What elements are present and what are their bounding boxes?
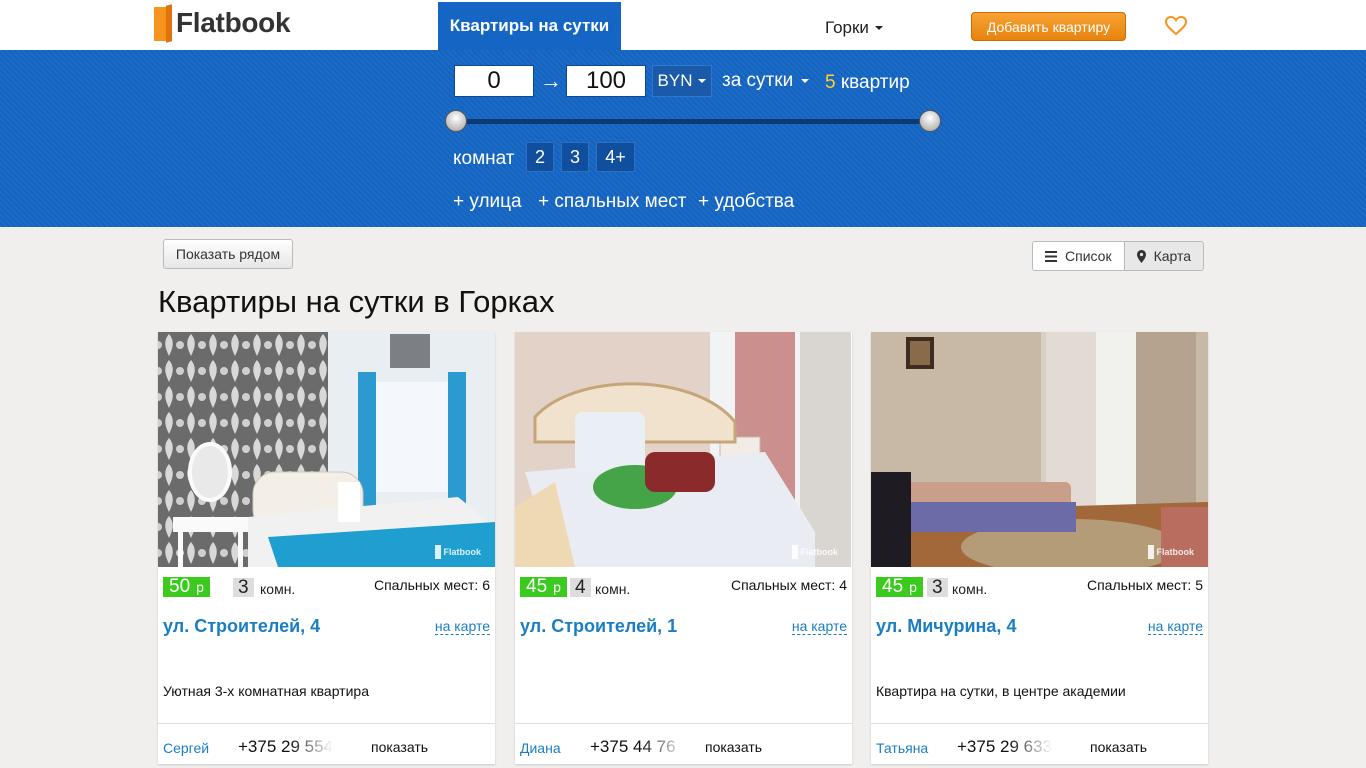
map-marker-icon [1136, 249, 1146, 263]
rooms-word: комн. [595, 581, 631, 597]
listing-description: Квартира на сутки, в центре академии [876, 683, 1126, 699]
listing-address[interactable]: ул. Строителей, 4 [163, 616, 320, 637]
caret-down-icon [698, 79, 707, 83]
card-divider [871, 723, 1208, 724]
add-apartment-button[interactable]: Добавить квартиру [971, 12, 1126, 41]
show-phone-button[interactable]: показать [371, 739, 428, 755]
room-option-3[interactable]: 3 [561, 142, 589, 172]
show-phone-button[interactable]: показать [1090, 739, 1147, 755]
caret-down-icon [874, 26, 883, 30]
rooms-word: комн. [260, 581, 296, 597]
period-select[interactable]: за сутки [722, 70, 810, 92]
flatbook-logo[interactable]: Flatbook [154, 3, 291, 43]
room-option-4plus[interactable]: 4+ [596, 142, 635, 172]
room-option-2[interactable]: 2 [526, 142, 554, 172]
owner-phone: +375 29 633 [957, 737, 1052, 756]
rooms-badge: 4 [570, 577, 591, 598]
rooms-word: комн. [952, 581, 988, 597]
owner-phone: +375 29 554 [238, 737, 333, 756]
favorites-heart-icon[interactable] [1164, 15, 1188, 36]
listing-card[interactable]: Flatbook 45 р 4 комн. Спальных мест: 4 у… [515, 332, 852, 764]
photo-watermark: Flatbook [434, 545, 481, 559]
rooms-badge: 3 [233, 577, 254, 598]
price-from-input[interactable]: 0 [454, 65, 534, 97]
on-map-link[interactable]: на карте [791, 618, 847, 635]
currency-label: BYN [657, 71, 693, 90]
show-phone-button[interactable]: показать [705, 739, 762, 755]
currency-select[interactable]: BYN [652, 65, 712, 97]
city-label: Горки [825, 18, 869, 37]
show-nearby-button[interactable]: Показать рядом [163, 239, 293, 269]
beds-count: Спальных мест: 5 [1086, 577, 1203, 593]
door-logo-icon [154, 3, 172, 43]
card-divider [158, 723, 495, 724]
view-toggle: Список Карта [1032, 241, 1205, 271]
beds-count: Спальных мест: 6 [373, 577, 490, 593]
listing-address[interactable]: ул. Мичурина, 4 [876, 616, 1016, 637]
period-label: за сутки [722, 70, 794, 91]
price-currency: р [909, 579, 917, 595]
price-badge: 50 р [163, 576, 210, 597]
photo-watermark: Flatbook [791, 545, 838, 559]
listing-photo[interactable]: Flatbook [871, 332, 1208, 567]
list-view-label: Список [1065, 248, 1112, 264]
beds-count: Спальных мест: 4 [730, 577, 847, 593]
caret-down-icon [801, 79, 810, 83]
price-value: 45 [882, 576, 904, 597]
listing-description: Уютная 3-х комнатная квартира [163, 683, 369, 699]
listing-address[interactable]: ул. Строителей, 1 [520, 616, 677, 637]
owner-phone: +375 44 76 [590, 737, 676, 756]
price-value: 45 [526, 576, 548, 597]
map-view-button[interactable]: Карта [1124, 241, 1205, 271]
price-badge: 45 р [520, 576, 567, 597]
list-icon [1045, 250, 1057, 262]
owner-name: Сергей [163, 740, 210, 756]
filter-street-link[interactable]: + улица [453, 191, 522, 213]
listing-photo[interactable]: Flatbook [515, 332, 852, 567]
list-view-button[interactable]: Список [1032, 241, 1125, 271]
range-arrow: → [540, 68, 562, 93]
rooms-label: комнат [453, 148, 515, 169]
filter-beds-link[interactable]: + спальных мест [538, 191, 686, 213]
top-header: Flatbook Квартиры на сутки Горки Добавит… [0, 0, 1366, 50]
price-currency: р [196, 579, 204, 595]
rooms-badge: 3 [927, 577, 948, 598]
map-view-label: Карта [1153, 248, 1192, 264]
results-count-number: 5 [825, 72, 836, 93]
city-dropdown[interactable]: Горки [825, 18, 883, 38]
photo-watermark: Flatbook [1147, 545, 1194, 559]
on-map-link[interactable]: на карте [1147, 618, 1203, 635]
filter-panel: 0 → 100 BYN за сутки 5 квартир комнат 2 … [0, 50, 1366, 227]
owner-name: Диана [520, 740, 561, 756]
page-title: Квартиры на сутки в Горках [158, 284, 555, 319]
results-count: 5 квартир [825, 72, 910, 94]
card-divider [515, 723, 852, 724]
owner-name: Татьяна [876, 740, 929, 756]
listing-card[interactable]: Flatbook 45 р 3 комн. Спальных мест: 5 у… [871, 332, 1208, 764]
price-slider-track[interactable] [455, 119, 931, 124]
results-count-word: квартир [840, 72, 910, 93]
price-value: 50 [169, 576, 191, 597]
nav-tab-daily-apartments[interactable]: Квартиры на сутки [438, 2, 621, 50]
listing-photo[interactable]: Flatbook [158, 332, 495, 567]
price-to-input[interactable]: 100 [566, 65, 646, 97]
listing-card[interactable]: Flatbook 50 р 3 комн. Спальных мест: 6 у… [158, 332, 495, 764]
price-slider-max-handle[interactable] [919, 110, 941, 132]
price-slider-min-handle[interactable] [445, 110, 467, 132]
price-currency: р [553, 579, 561, 595]
filter-amenities-link[interactable]: + удобства [698, 191, 794, 213]
price-badge: 45 р [876, 576, 923, 597]
logo-text: Flatbook [176, 7, 291, 38]
on-map-link[interactable]: на карте [434, 618, 490, 635]
